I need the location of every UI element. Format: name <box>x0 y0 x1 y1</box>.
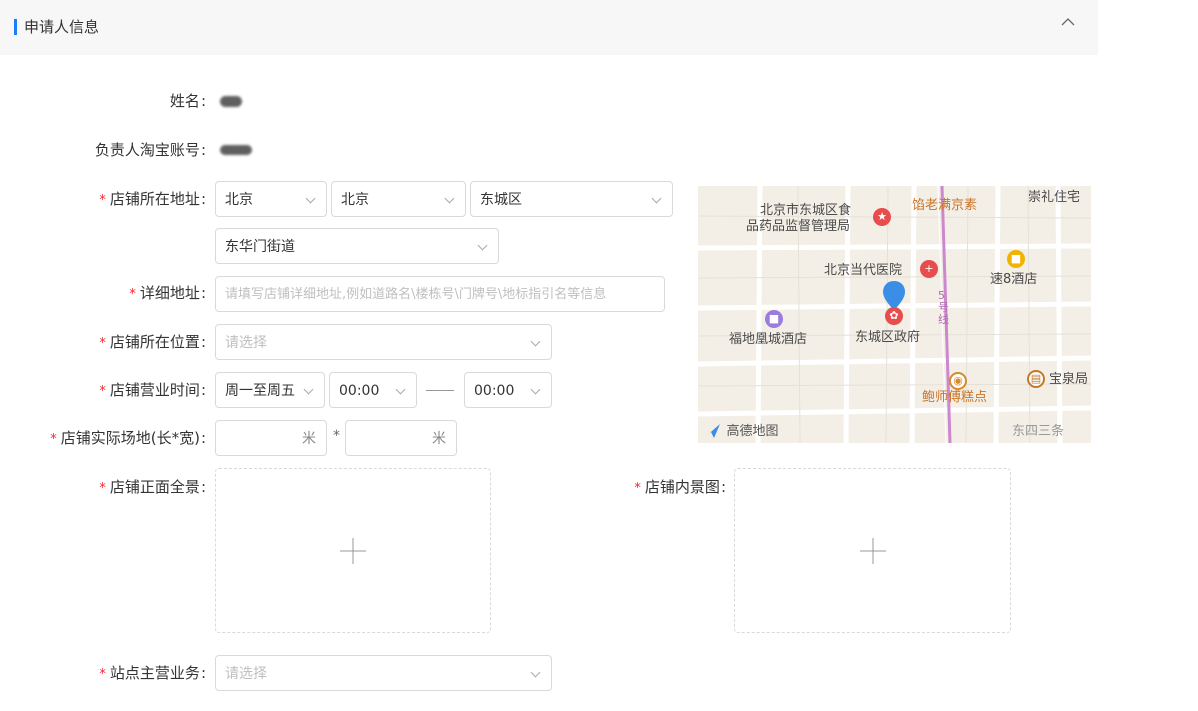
map-label-line5: 5号线 <box>938 289 949 326</box>
detail-address-input[interactable]: 请填写店铺详细地址,例如道路名\楼栋号\门牌号\地标指引名等信息 <box>215 276 665 312</box>
chevron-down-icon <box>303 384 314 395</box>
chevron-down-icon <box>305 193 316 204</box>
chevron-down-icon <box>530 667 541 678</box>
chevron-down-icon <box>444 193 455 204</box>
chevron-down-icon <box>395 384 406 395</box>
section-accent-bar <box>14 19 17 35</box>
detail-address-label: * 详细地址: <box>129 284 206 302</box>
time-range-separator <box>426 390 454 391</box>
location-label: * 店铺所在位置: <box>99 333 206 351</box>
section-header[interactable]: 申请人信息 <box>0 0 1098 55</box>
main-business-label: * 站点主营业务: <box>99 664 206 682</box>
map-label-baoquan: 宝泉局 <box>1049 372 1089 387</box>
province-select[interactable]: 北京 <box>215 181 327 217</box>
hospital-pin-icon[interactable]: + <box>920 260 938 278</box>
street-select[interactable]: 东华门街道 <box>215 228 499 264</box>
map-label-restaurant: 馅老满京素 <box>912 198 978 213</box>
area-label: * 店铺实际场地(长*宽): <box>50 429 206 447</box>
bakery-pin-icon[interactable]: ◉ <box>949 372 967 390</box>
taobao-account-label: 负责人淘宝账号: <box>94 141 206 159</box>
address-label: * 店铺所在地址: <box>99 190 206 208</box>
name-value-redacted <box>220 96 242 107</box>
front-photo-upload[interactable] <box>215 468 491 633</box>
chevron-down-icon <box>530 336 541 347</box>
map-label-food-bureau-2: 品药品监督管理局 <box>746 219 851 234</box>
city-select[interactable]: 北京 <box>331 181 466 217</box>
amap-logo: 高德地图 <box>702 422 778 440</box>
main-business-select[interactable]: 请选择 <box>215 655 552 691</box>
area-multiply-sign: * <box>333 428 340 444</box>
business-hours-label: * 店铺营业时间: <box>99 381 206 399</box>
chevron-down-icon <box>651 193 662 204</box>
map-label-hotel-su8: 速8酒店 <box>990 272 1038 287</box>
interior-photo-label: * 店铺内景图: <box>634 478 726 496</box>
hotel-fudi-pin-icon[interactable]: ■ <box>765 310 783 328</box>
front-photo-label: * 店铺正面全景: <box>99 478 206 496</box>
chevron-down-icon <box>477 240 488 251</box>
amap-logo-icon <box>704 424 720 438</box>
food-bureau-pin-icon[interactable]: ★ <box>873 208 891 226</box>
map-label-hotel-fudi: 福地凰城酒店 <box>729 332 808 347</box>
interior-photo-upload[interactable] <box>734 468 1011 633</box>
days-select[interactable]: 周一至周五 <box>215 372 325 408</box>
baoquan-pin-icon[interactable]: ▤ <box>1027 370 1045 388</box>
map-label-street: 东四三条 <box>1012 424 1065 439</box>
map-brand-label: 高德地图 <box>726 424 779 439</box>
map-label-bakery: 鲍师傅糕点 <box>922 390 988 405</box>
chevron-up-icon[interactable] <box>1058 12 1078 32</box>
width-input[interactable]: 米 <box>345 420 457 456</box>
district-select[interactable]: 东城区 <box>470 181 673 217</box>
location-select[interactable]: 请选择 <box>215 324 552 360</box>
map-label-gov: 东城区政府 <box>855 330 921 345</box>
gov-pin-icon[interactable]: ✿ <box>885 307 903 325</box>
map-label-hospital: 北京当代医院 <box>824 263 903 278</box>
taobao-account-value-redacted <box>220 145 252 155</box>
location-map[interactable]: 北京市东城区食 品药品监督管理局 ★ 馅老满京素 崇礼住宅 北京当代医院 + ■… <box>698 186 1091 443</box>
end-time-select[interactable]: 00:00 <box>464 372 552 408</box>
section-title: 申请人信息 <box>24 18 100 36</box>
name-label: 姓名: <box>169 92 206 110</box>
map-label-food-bureau-1: 北京市东城区食 <box>760 203 852 218</box>
map-label-residence: 崇礼住宅 <box>1028 190 1081 205</box>
hotel-su8-pin-icon[interactable]: ■ <box>1007 250 1025 268</box>
start-time-select[interactable]: 00:00 <box>329 372 417 408</box>
length-input[interactable]: 米 <box>215 420 327 456</box>
chevron-down-icon <box>530 384 541 395</box>
